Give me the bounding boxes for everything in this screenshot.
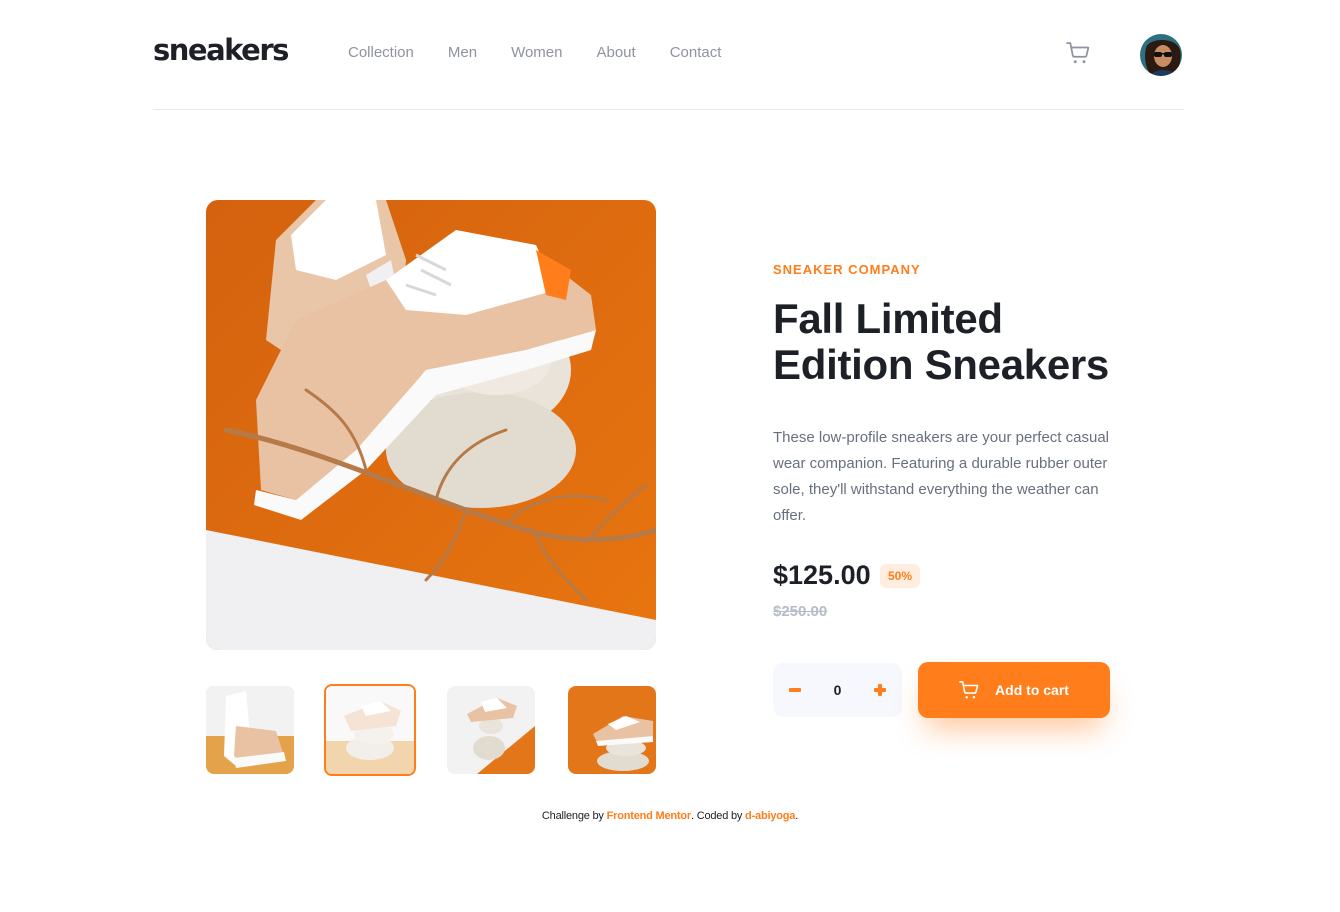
attribution-prefix: Challenge by xyxy=(541,810,607,822)
nav-link-men[interactable]: Men xyxy=(448,44,477,61)
nav-link-contact[interactable]: Contact xyxy=(670,44,722,61)
thumbnail-2[interactable] xyxy=(324,684,416,776)
main-product-image[interactable] xyxy=(206,200,656,650)
avatar-image xyxy=(1140,34,1182,76)
quantity-value: 0 xyxy=(833,682,842,698)
add-to-cart-button[interactable]: Add to cart xyxy=(918,662,1110,718)
nav-link-about[interactable]: About xyxy=(596,44,635,61)
product-title-line2: Edition Sneakers xyxy=(773,341,1109,388)
site-header: sneakers Collection Men Women About Cont… xyxy=(153,0,1184,110)
quantity-stepper: 0 xyxy=(773,663,902,717)
thumbnail-3[interactable] xyxy=(447,686,535,774)
cart-icon xyxy=(959,681,979,699)
logo[interactable]: sneakers xyxy=(153,33,289,67)
cart-button[interactable] xyxy=(1066,42,1092,66)
product-title: Fall Limited Edition Sneakers xyxy=(773,296,1133,388)
thumbnail-1[interactable] xyxy=(206,686,294,774)
thumbnail-image xyxy=(326,686,414,774)
product-title-line1: Fall Limited xyxy=(773,295,1003,342)
attribution: Challenge by Frontend Mentor. Coded by d… xyxy=(0,810,1340,822)
thumbnail-image xyxy=(206,686,294,774)
attribution-suffix: . xyxy=(795,810,799,822)
minus-icon xyxy=(789,688,801,692)
main-nav: Collection Men Women About Contact xyxy=(348,44,721,61)
product-description: These low-profile sneakers are your perf… xyxy=(773,429,1109,524)
original-price: $250.00 xyxy=(773,603,828,620)
company-name: SNEAKER COMPANY xyxy=(773,262,921,277)
increase-quantity-button[interactable] xyxy=(858,663,902,717)
add-to-cart-label: Add to cart xyxy=(995,682,1069,698)
nav-link-collection[interactable]: Collection xyxy=(348,44,414,61)
plus-icon xyxy=(874,684,886,696)
cart-icon xyxy=(1066,42,1090,64)
nav-link-women[interactable]: Women xyxy=(511,44,562,61)
thumbnail-image xyxy=(568,686,656,774)
current-price: $125.00 xyxy=(773,560,871,590)
thumbnail-4[interactable] xyxy=(568,686,656,774)
thumbnail-image xyxy=(447,686,535,774)
product-photo xyxy=(206,200,656,650)
decrease-quantity-button[interactable] xyxy=(773,663,817,717)
frontend-mentor-link[interactable]: Frontend Mentor xyxy=(607,810,692,822)
attribution-middle: . Coded by xyxy=(690,810,746,822)
author-link[interactable]: d-abiyoga xyxy=(745,810,795,822)
user-avatar[interactable] xyxy=(1138,32,1184,78)
discount-badge: 50% xyxy=(880,564,921,588)
